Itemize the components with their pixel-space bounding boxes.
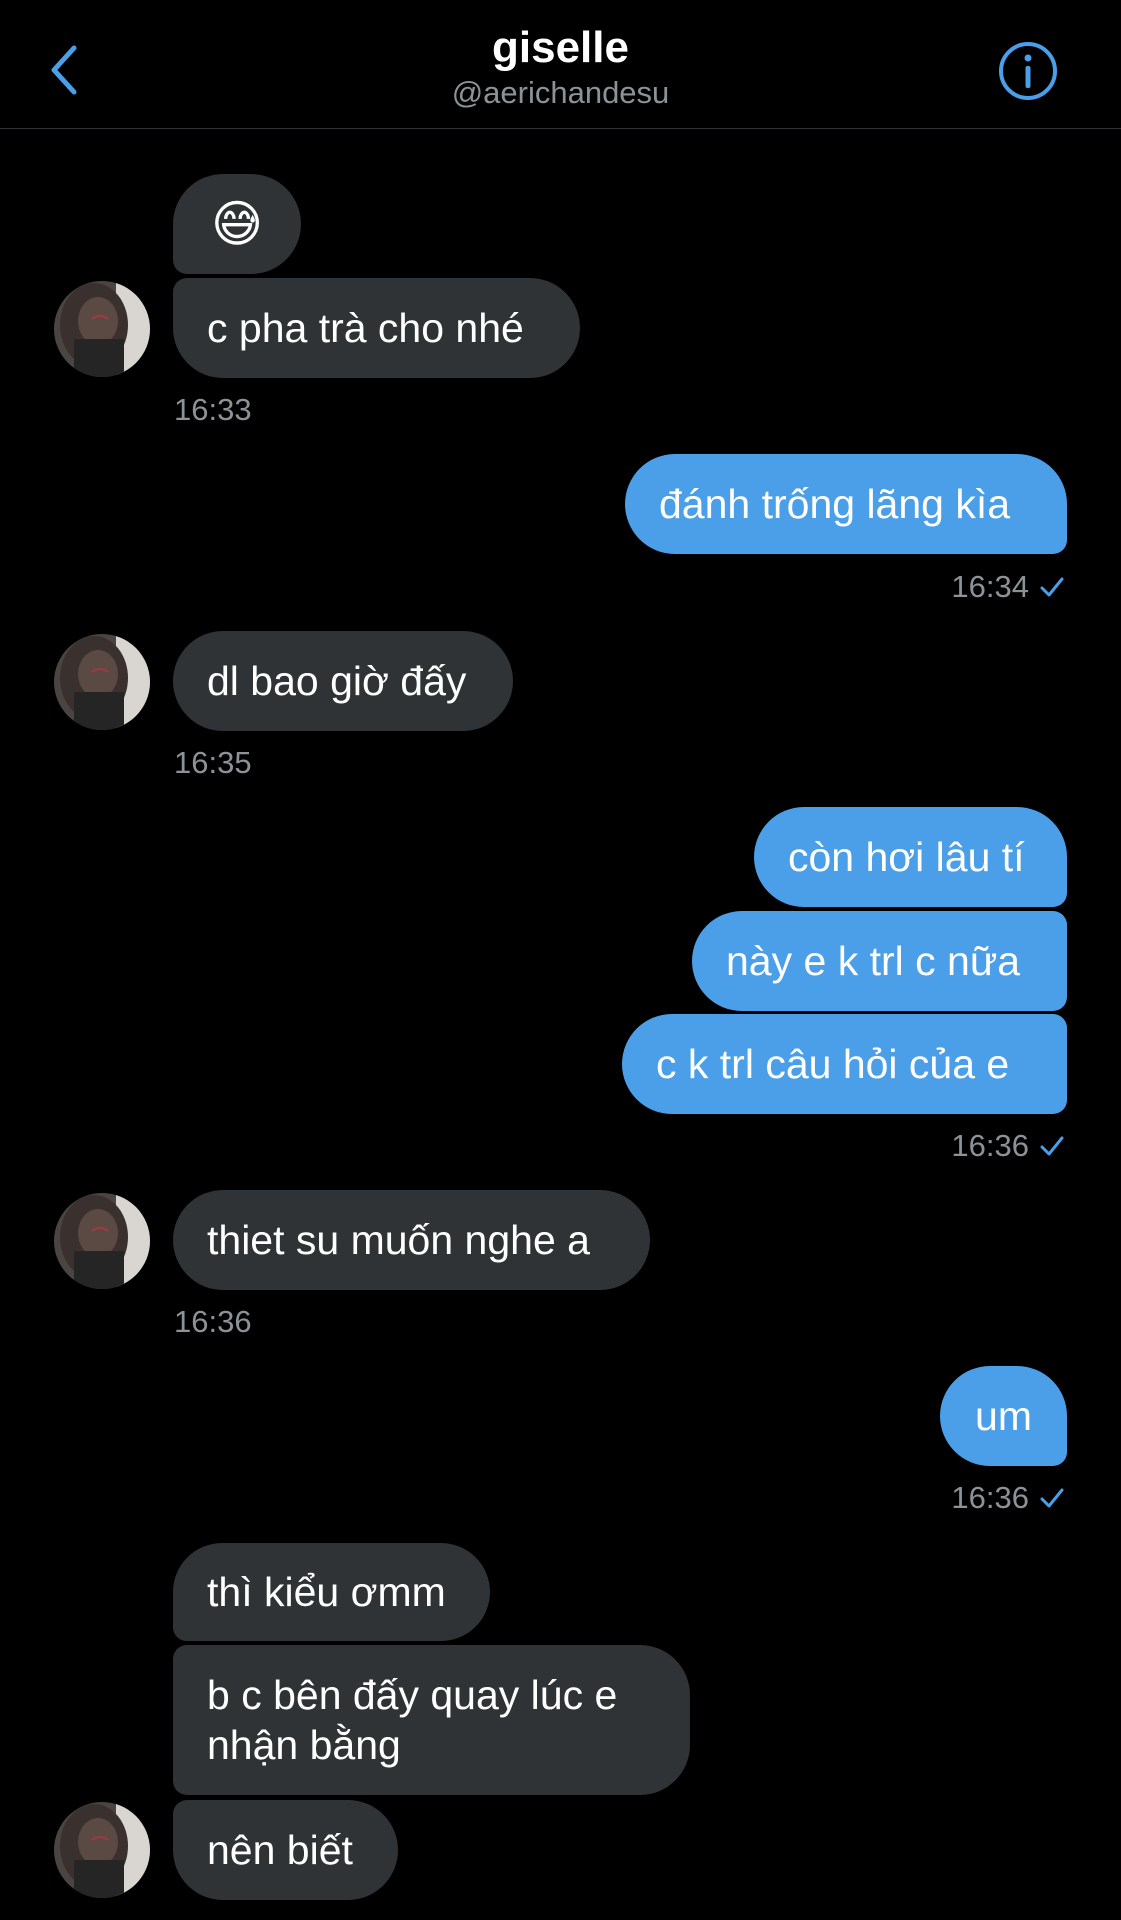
incoming-message-bubble[interactable]: dl bao giờ đấy xyxy=(173,631,513,731)
contact-avatar[interactable] xyxy=(54,281,150,377)
contact-avatar[interactable] xyxy=(54,1193,150,1289)
message-text: đánh trống lãng kìa xyxy=(659,481,1011,527)
sent-check-icon xyxy=(1040,577,1064,597)
sent-check-icon xyxy=(1040,1136,1064,1156)
message-timestamp: 16:35 xyxy=(174,745,252,780)
incoming-message-bubble[interactable]: nên biết xyxy=(173,1800,398,1900)
contact-avatar[interactable] xyxy=(54,1802,150,1898)
message-text-line: nhận bằng xyxy=(207,1722,401,1768)
contact-handle: @aerichandesu xyxy=(451,75,670,110)
message-text: còn hơi lâu tí xyxy=(788,834,1025,880)
message-timestamp: 16:36 xyxy=(174,1304,252,1339)
sent-check-icon xyxy=(1040,1488,1064,1508)
info-icon xyxy=(999,42,1057,100)
conversation-header: giselle @aerichandesu xyxy=(0,0,1121,129)
message-timestamp-row: 16:36 xyxy=(951,1480,1065,1516)
outgoing-message-bubble[interactable]: đánh trống lãng kìa xyxy=(625,454,1067,554)
message-timestamp: 16:36 xyxy=(951,1128,1029,1163)
message-timestamp: 16:33 xyxy=(174,392,252,427)
grinning-sweat-emoji-icon: 😅 xyxy=(210,196,264,252)
outgoing-message-bubble[interactable]: này e k trl c nữa xyxy=(692,911,1067,1011)
outgoing-message-bubble[interactable]: còn hơi lâu tí xyxy=(754,807,1067,907)
incoming-message-bubble[interactable]: thì kiểu ơmm xyxy=(173,1543,490,1641)
message-timestamp-row: 16:34 xyxy=(951,569,1065,605)
message-timestamp: 16:36 xyxy=(951,1480,1029,1515)
message-text: thiet su muốn nghe a xyxy=(207,1217,590,1263)
message-timestamp-row: 16:36 xyxy=(951,1128,1065,1164)
message-text: dl bao giờ đấy xyxy=(207,658,467,704)
conversation-title[interactable]: giselle @aerichandesu xyxy=(0,22,1121,112)
incoming-message-bubble[interactable]: 😅 xyxy=(173,174,301,274)
info-button[interactable] xyxy=(997,40,1059,102)
outgoing-message-bubble[interactable]: um xyxy=(940,1366,1067,1466)
incoming-message-bubble[interactable]: b c bên đấy quay lúc e nhận bằng xyxy=(173,1645,690,1795)
message-text: um xyxy=(975,1393,1032,1439)
message-text-line: b c bên đấy quay lúc e xyxy=(207,1672,618,1718)
message-text: c pha trà cho nhé xyxy=(207,305,524,351)
contact-avatar[interactable] xyxy=(54,634,150,730)
outgoing-message-bubble[interactable]: c k trl câu hỏi của e xyxy=(622,1014,1067,1114)
contact-name: giselle xyxy=(492,23,629,72)
incoming-message-bubble[interactable]: thiet su muốn nghe a xyxy=(173,1190,650,1290)
message-timestamp: 16:34 xyxy=(951,569,1029,604)
incoming-message-bubble[interactable]: c pha trà cho nhé xyxy=(173,278,580,378)
message-text: c k trl câu hỏi của e xyxy=(656,1041,1010,1087)
message-text: nên biết xyxy=(207,1827,353,1873)
message-text: này e k trl c nữa xyxy=(726,938,1021,984)
message-text: thì kiểu ơmm xyxy=(207,1569,446,1615)
